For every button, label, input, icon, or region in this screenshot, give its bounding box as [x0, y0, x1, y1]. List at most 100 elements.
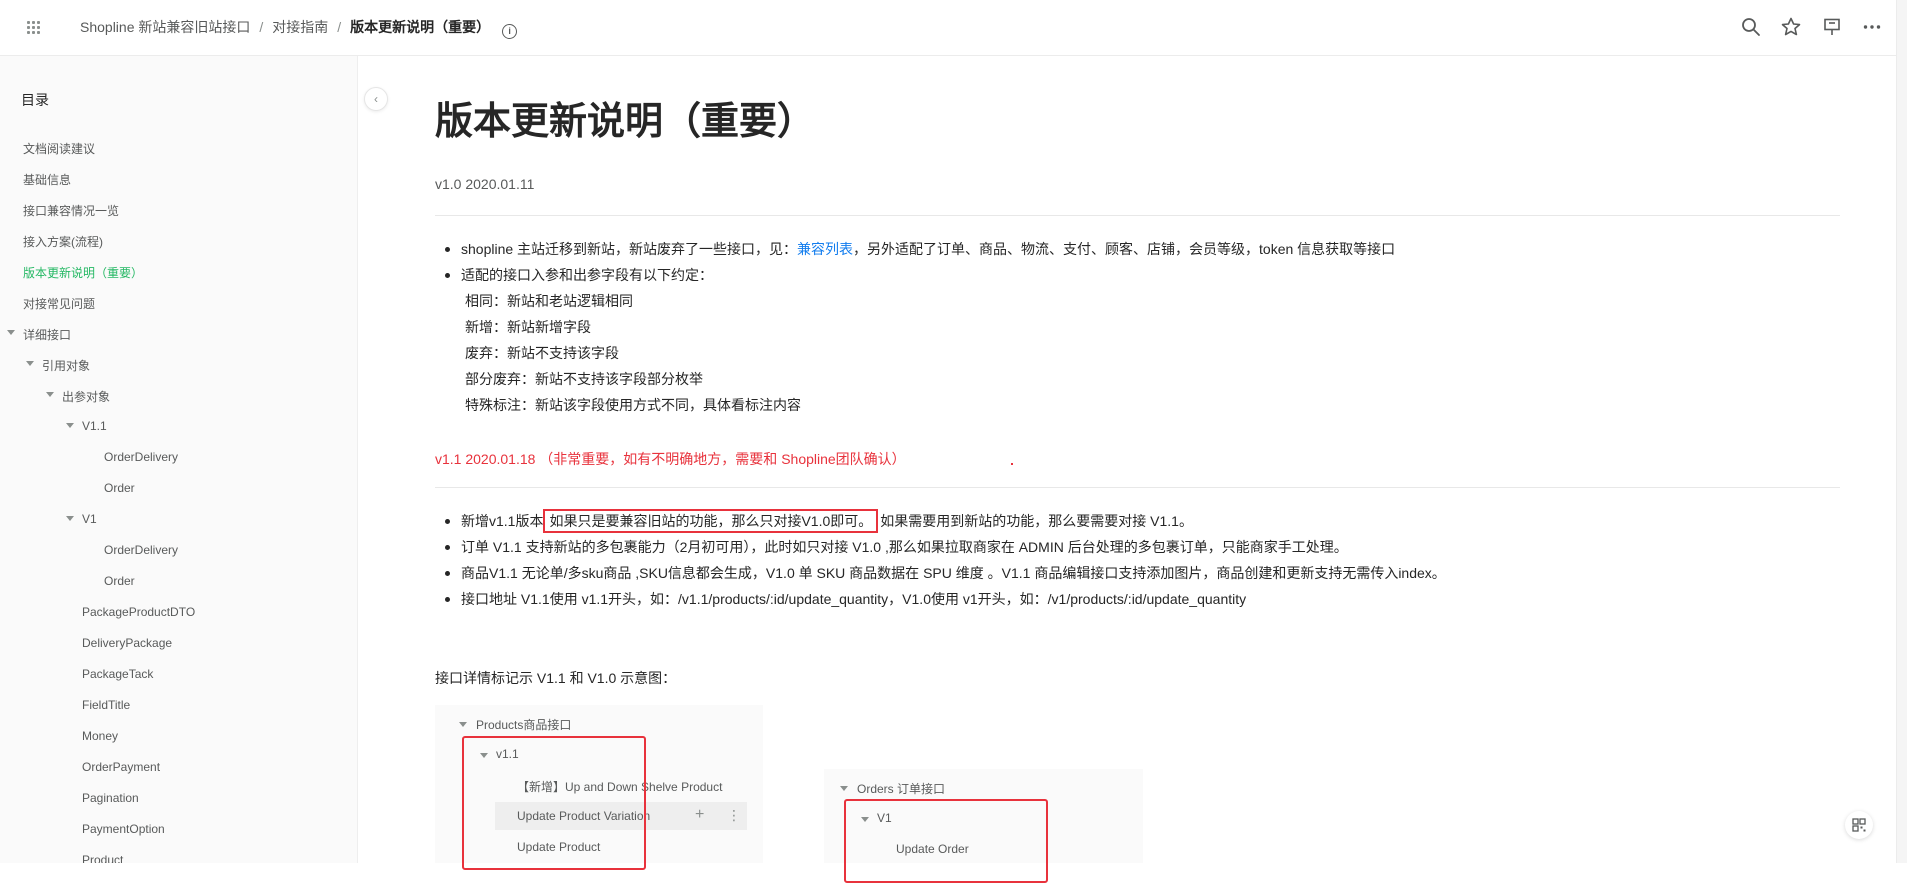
sidebar-divider	[357, 56, 358, 863]
toc-item[interactable]: 详细接口	[0, 326, 358, 357]
toc-item[interactable]: 接入方案(流程)	[0, 233, 358, 264]
list-item: 接口地址 V1.1使用 v1.1开头，如：/v1.1/products/:id/…	[445, 586, 1446, 612]
toc-item-label: 详细接口	[23, 328, 72, 342]
list-item: shopline 主站迁移到新站，新站废弃了一些接口，见：兼容列表，另外适配了订…	[444, 236, 1396, 262]
apps-grid-icon[interactable]	[22, 16, 46, 40]
toc-item-label: 出参对象	[62, 390, 111, 404]
toc-item[interactable]: Order	[0, 481, 358, 512]
red-highlight-box	[844, 799, 1048, 883]
v11-list: 新增v1.1版本 如果只是要兼容旧站的功能，那么只对接V1.0即可。 如果需要用到新…	[435, 508, 1446, 612]
toc-item-label: PackageProductDTO	[82, 605, 196, 619]
breadcrumb-separator: /	[337, 19, 342, 35]
toc-item[interactable]: 出参对象	[0, 388, 358, 419]
list-item-text: 新增v1.1版本	[461, 513, 544, 529]
list-item: 商品V1.1 无论单/多sku商品 ,SKU信息都会生成，V1.0 单 SKU …	[445, 560, 1446, 586]
toc-item-label: 对接常见问题	[23, 297, 96, 311]
toc-item-label: Order	[104, 574, 135, 588]
toc-item-label: 版本更新说明（重要）	[23, 266, 144, 280]
toc-item[interactable]: 对接常见问题	[0, 295, 358, 326]
compat-list-link[interactable]: 兼容列表	[797, 241, 853, 257]
rule-item: 部分废弃：新站不支持该字段部分枚举	[465, 371, 703, 387]
list-item-text: 如果需要用到新站的功能，那么要需要对接 V1.1。	[880, 513, 1193, 529]
collapse-sidebar-button[interactable]: ‹	[364, 87, 388, 111]
tree-root: Orders 订单接口	[857, 782, 946, 796]
toc-item[interactable]: Money	[0, 729, 358, 760]
toc-item[interactable]: 文档阅读建议	[0, 140, 358, 171]
toc-item[interactable]: Product	[0, 853, 358, 863]
kebab-icon: ⋮	[727, 807, 741, 823]
toc-item-label: Order	[104, 481, 135, 495]
toc-item-label: PaymentOption	[82, 822, 165, 836]
figure-caption: 接口详情标记示 V1.1 和 V1.0 示意图：	[435, 670, 677, 686]
search-icon[interactable]	[1740, 16, 1762, 38]
divider	[435, 487, 1840, 488]
breadcrumb: Shopline 新站兼容旧站接口 / 对接指南 / 版本更新说明（重要） i	[80, 17, 518, 39]
toc-item-label: V1	[82, 512, 97, 526]
toc-item[interactable]: V1.1	[0, 419, 358, 450]
toc-item[interactable]: OrderDelivery	[0, 543, 358, 574]
caret-down-icon[interactable]	[66, 516, 74, 521]
toc-item-label: 引用对象	[42, 359, 91, 373]
toc-item[interactable]: V1	[0, 512, 358, 543]
toc-item-label: Pagination	[82, 791, 139, 805]
red-highlight-box	[462, 736, 646, 870]
toc-item[interactable]: OrderPayment	[0, 760, 358, 791]
toc-item[interactable]: OrderDelivery	[0, 450, 358, 481]
toc-item[interactable]: FieldTitle	[0, 698, 358, 729]
page-title: 版本更新说明（重要）	[435, 101, 816, 143]
toc-item[interactable]: 版本更新说明（重要）	[0, 264, 358, 295]
toc-item[interactable]: PackageTack	[0, 667, 358, 698]
toc-list: 文档阅读建议 基础信息接口兼容情况一览接入方案(流程) 版本更新说明（重要） 对接常见…	[0, 140, 358, 863]
toc-item-label: DeliveryPackage	[82, 636, 173, 650]
page-scrollbar[interactable]	[1896, 0, 1907, 863]
divider	[435, 215, 1840, 216]
products-tree-screenshot: Products商品接口 v1.1 【新增】Up and Down Shelve…	[435, 705, 763, 870]
toc-sidebar: 目录 文档阅读建议 基础信息 接口兼容情况一览 接入方案(流程) 版本更新说明（重要） 对…	[0, 56, 358, 863]
more-icon[interactable]	[1861, 16, 1883, 38]
toc-item-label: Product	[82, 853, 124, 863]
toc-item[interactable]: Pagination	[0, 791, 358, 822]
add-icon: +	[695, 806, 705, 823]
list-item: 适配的接口入参和出参字段有以下约定：	[444, 262, 1395, 288]
toc-item[interactable]: 引用对象	[0, 357, 358, 388]
v10-list: shopline 主站迁移到新站，新站废弃了一些接口，见：兼容列表，另外适配了订…	[435, 236, 1395, 418]
caret-down-icon[interactable]	[7, 330, 15, 335]
toc-item[interactable]: PackageProductDTO	[0, 605, 358, 636]
list-item: 订单 V1.1 支持新站的多包裹能力（2月初可用），此时如只对接 V1.0 ,那…	[445, 534, 1446, 560]
caret-down-icon[interactable]	[26, 361, 34, 366]
caret-down-icon	[459, 722, 467, 727]
toc-item-label: OrderPayment	[82, 760, 161, 774]
breadcrumb-item-book[interactable]: Shopline 新站兼容旧站接口	[80, 17, 250, 37]
rule-item: 相同：新站和老站逻辑相同	[465, 293, 633, 309]
breadcrumb-item-guide[interactable]: 对接指南	[272, 17, 328, 37]
rule-item: 废弃：新站不支持该字段	[465, 345, 619, 361]
toc-item[interactable]: 接口兼容情况一览	[0, 202, 358, 233]
top-bar: Shopline 新站兼容旧站接口 / 对接指南 / 版本更新说明（重要） i	[0, 0, 1907, 56]
list-item: 新增v1.1版本 如果只是要兼容旧站的功能，那么只对接V1.0即可。 如果需要用到新…	[445, 508, 1446, 534]
toc-item[interactable]: DeliveryPackage	[0, 636, 358, 667]
red-mark	[1011, 463, 1013, 465]
toc-item[interactable]: PaymentOption	[0, 822, 358, 853]
toc-item-label: 基础信息	[23, 173, 72, 187]
caret-down-icon	[840, 786, 848, 791]
list-item-text: ，另外适配了订单、商品、物流、支付、顾客、店铺，会员等级，token 信息获取等…	[853, 241, 1396, 257]
caret-down-icon[interactable]	[46, 392, 54, 397]
toc-item-label: 接口兼容情况一览	[23, 204, 120, 218]
top-actions	[1726, 16, 1883, 38]
toc-item-label: 文档阅读建议	[23, 142, 96, 156]
rule-item: 新增：新站新增字段	[465, 319, 591, 335]
toc-item[interactable]: Order	[0, 574, 358, 605]
toc-item-label: V1.1	[82, 419, 107, 433]
info-icon[interactable]: i	[502, 24, 518, 39]
board-icon[interactable]	[1821, 16, 1843, 38]
rule-item: 特殊标注：新站该字段使用方式不同，具体看标注内容	[465, 397, 801, 413]
toc-item-label: OrderDelivery	[104, 543, 179, 557]
qrcode-button[interactable]	[1845, 811, 1873, 839]
orders-tree-screenshot: Orders 订单接口 V1 Update Order	[824, 769, 1143, 883]
caret-down-icon[interactable]	[66, 423, 74, 428]
toc-item-label: PackageTack	[82, 667, 154, 681]
toc-item[interactable]: 基础信息	[0, 171, 358, 202]
list-item-text: shopline 主站迁移到新站，新站废弃了一些接口，见：	[461, 241, 798, 257]
star-icon[interactable]	[1780, 16, 1802, 38]
breadcrumb-separator: /	[259, 19, 264, 35]
